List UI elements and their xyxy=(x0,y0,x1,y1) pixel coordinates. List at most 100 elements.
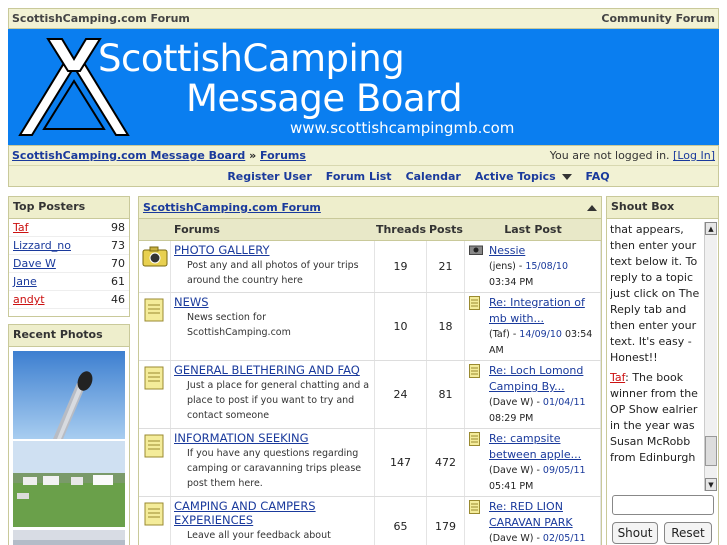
forum-description: News section for ScottishCamping.com xyxy=(187,312,291,338)
shoutbox-panel: Shout Box that appears, then enter your … xyxy=(606,196,719,545)
top-posters-title: Top Posters xyxy=(9,197,129,219)
poster-count: 73 xyxy=(111,239,125,252)
poster-link[interactable]: Jane xyxy=(13,275,37,288)
login-status: You are not logged in. [Log In] xyxy=(550,149,715,162)
last-post-date[interactable]: 15/08/10 xyxy=(525,261,568,272)
forum-category-title[interactable]: ScottishCamping.com Forum xyxy=(143,201,321,214)
shout-user-link[interactable]: Taf xyxy=(610,371,625,384)
last-post-author: (Dave W) - xyxy=(489,397,543,408)
shoutbox-scrollbar[interactable]: ▲ ▼ xyxy=(704,222,717,491)
post-count: 179 xyxy=(427,497,465,545)
main-nav: Register User Forum List Calendar Active… xyxy=(9,166,718,187)
camera-icon xyxy=(142,246,167,267)
last-post-date[interactable]: 14/09/10 xyxy=(519,329,562,340)
list-item: Taf 98 xyxy=(9,219,129,237)
banner-title-line2: Message Board xyxy=(186,77,463,120)
forum-table-header: Forums Threads Posts Last Post xyxy=(139,219,601,241)
forum-panel: ScottishCamping.com Forum Forums Threads… xyxy=(138,196,602,545)
last-post-date[interactable]: 02/05/11 xyxy=(543,533,586,544)
forum-link[interactable]: INFORMATION SEEKING xyxy=(174,431,371,445)
banner-url: www.scottishcampingmb.com xyxy=(290,119,515,137)
poster-link[interactable]: Lizzard_no xyxy=(13,239,71,252)
forum-link[interactable]: GENERAL BLETHERING AND FAQ xyxy=(174,363,371,377)
last-post-link[interactable]: Re: Loch Lomond Camping By... xyxy=(489,363,596,395)
photo-thumbnail[interactable] xyxy=(13,351,125,439)
camera-small-icon xyxy=(469,245,483,255)
poster-link[interactable]: Dave W xyxy=(13,257,56,270)
forum-description: If you have any questions regarding camp… xyxy=(187,448,362,489)
scroll-down-icon[interactable]: ▼ xyxy=(705,478,717,491)
nav-faq[interactable]: FAQ xyxy=(586,170,610,183)
shout-button[interactable]: Shout xyxy=(612,522,658,544)
banner[interactable]: ScottishCamping Message Board www.scotti… xyxy=(8,29,719,145)
forum-header: ScottishCamping.com Forum xyxy=(139,197,601,219)
community-forum-link[interactable]: Community Forum xyxy=(601,12,715,25)
folder-icon xyxy=(144,366,163,390)
thread-count: 147 xyxy=(375,429,427,496)
table-row: GENERAL BLETHERING AND FAQ Just a place … xyxy=(139,361,601,429)
last-post-link[interactable]: Nessie xyxy=(489,243,596,259)
nav-active-topics[interactable]: Active Topics xyxy=(475,170,572,183)
breadcrumb-forums-link[interactable]: Forums xyxy=(260,149,306,162)
table-row: NEWS News section for ScottishCamping.co… xyxy=(139,293,601,361)
forum-description: Just a place for general chatting and a … xyxy=(187,380,370,421)
nav-calendar[interactable]: Calendar xyxy=(406,170,461,183)
last-post-date[interactable]: 01/04/11 xyxy=(543,397,586,408)
forum-description: Post any and all photos of your trips ar… xyxy=(187,260,359,286)
poster-count: 61 xyxy=(111,275,125,288)
post-count: 81 xyxy=(427,361,465,428)
scroll-up-icon[interactable]: ▲ xyxy=(705,222,717,235)
nav-register-user[interactable]: Register User xyxy=(227,170,311,183)
post-icon xyxy=(469,364,480,378)
recent-photos-panel: Recent Photos xyxy=(8,324,130,545)
topbar: ScottishCamping.com Forum Community Foru… xyxy=(8,8,719,29)
nav-forum-list[interactable]: Forum List xyxy=(326,170,392,183)
forum-description: Leave all your feedback about campsites xyxy=(187,530,331,541)
shoutbox-title: Shout Box xyxy=(607,197,718,219)
poster-link[interactable]: andyt xyxy=(13,293,45,306)
folder-icon xyxy=(144,298,163,322)
reset-button[interactable]: Reset xyxy=(664,522,712,544)
photo-thumbnail[interactable] xyxy=(13,441,125,527)
poster-count: 70 xyxy=(111,257,125,270)
recent-photos-title: Recent Photos xyxy=(9,325,129,347)
poster-count: 46 xyxy=(111,293,125,306)
collapse-icon[interactable] xyxy=(587,204,597,211)
breadcrumb-home-link[interactable]: ScottishCamping.com Message Board xyxy=(12,149,245,162)
folder-icon xyxy=(144,502,163,526)
last-post-time: 08:29 PM xyxy=(489,413,534,424)
forum-link[interactable]: NEWS xyxy=(174,295,371,309)
site-title[interactable]: ScottishCamping.com Forum xyxy=(12,12,190,25)
folder-icon xyxy=(144,434,163,458)
shoutbox-messages[interactable]: that appears, then enter your text below… xyxy=(610,222,704,487)
last-post-date[interactable]: 09/05/11 xyxy=(543,465,586,476)
last-post-link[interactable]: Re: RED LION CARAVAN PARK xyxy=(489,499,596,531)
list-item: andyt 46 xyxy=(9,291,129,309)
post-count: 472 xyxy=(427,429,465,496)
login-link[interactable]: [Log In] xyxy=(673,149,715,162)
last-post-time: 05:41 PM xyxy=(489,481,534,492)
last-post-link[interactable]: Re: campsite between apple... xyxy=(489,431,596,463)
post-icon xyxy=(469,500,480,514)
login-status-text: You are not logged in. xyxy=(549,149,670,162)
col-forums: Forums xyxy=(174,223,220,236)
thread-count: 24 xyxy=(375,361,427,428)
thread-count: 65 xyxy=(375,497,427,545)
list-item: Lizzard_no 73 xyxy=(9,237,129,255)
shout-input[interactable] xyxy=(612,495,714,515)
col-threads: Threads xyxy=(375,223,427,236)
col-last-post: Last Post xyxy=(504,223,562,236)
last-post-link[interactable]: Re: Integration of mb with... xyxy=(489,295,596,327)
last-post-time: 03:34 PM xyxy=(489,277,534,288)
photo-thumbnail[interactable] xyxy=(13,530,125,545)
post-icon xyxy=(469,296,480,310)
table-row: INFORMATION SEEKING If you have any ques… xyxy=(139,429,601,497)
forum-link[interactable]: CAMPING AND CAMPERS EXPERIENCES xyxy=(174,499,371,527)
scroll-thumb[interactable] xyxy=(705,436,717,466)
poster-link[interactable]: Taf xyxy=(13,221,29,234)
forum-link[interactable]: PHOTO GALLERY xyxy=(174,243,371,257)
last-post-author: (Dave W) - xyxy=(489,533,543,544)
post-count: 21 xyxy=(427,241,465,292)
table-row: PHOTO GALLERY Post any and all photos of… xyxy=(139,241,601,293)
post-count: 18 xyxy=(427,293,465,360)
